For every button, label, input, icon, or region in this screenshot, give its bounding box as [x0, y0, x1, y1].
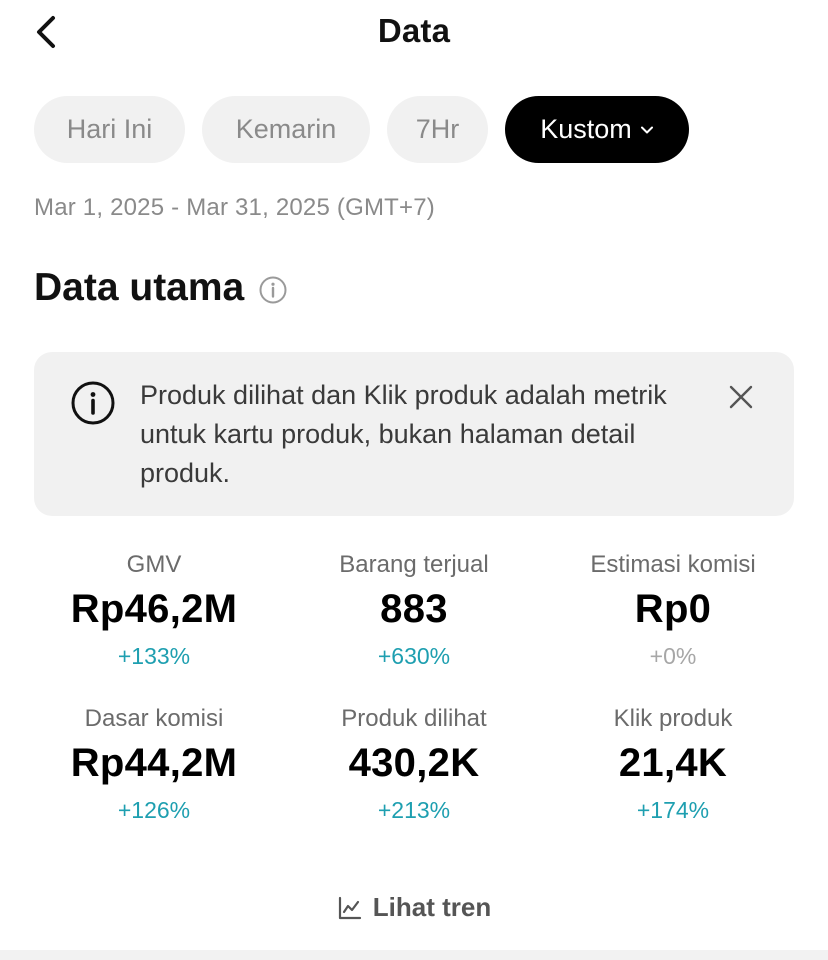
chip-hari-ini[interactable]: Hari Ini	[34, 96, 185, 163]
date-range-text: Mar 1, 2025 - Mar 31, 2025 (GMT+7)	[34, 194, 435, 221]
metric-value: 430,2K	[348, 741, 480, 785]
metric-dasar-komisi[interactable]: Dasar komisi Rp44,2M +126%	[24, 704, 284, 824]
metric-change: +213%	[377, 797, 451, 823]
header: Data	[0, 0, 828, 66]
view-trend-button[interactable]: Lihat tren	[0, 892, 828, 923]
chip-7hr[interactable]: 7Hr	[387, 96, 488, 163]
metric-change: +126%	[117, 797, 191, 823]
metric-estimasi-komisi[interactable]: Estimasi komisi Rp0 +0%	[543, 550, 803, 670]
metric-change: +630%	[377, 643, 451, 669]
metric-label: Dasar komisi	[84, 705, 224, 732]
chip-kustom-label: Kustom	[540, 114, 632, 144]
metric-label: Estimasi komisi	[590, 551, 756, 578]
metric-label: Klik produk	[613, 705, 733, 732]
section-title: Data utama	[34, 266, 245, 309]
chip-kemarin[interactable]: Kemarin	[202, 96, 370, 163]
page-title: Data	[377, 12, 451, 49]
metric-value: 21,4K	[618, 741, 728, 785]
metric-value: Rp0	[634, 587, 712, 631]
metric-label: Produk dilihat	[341, 705, 487, 732]
notice-banner: Produk dilihat dan Klik produk adalah me…	[34, 352, 794, 516]
metric-klik-produk[interactable]: Klik produk 21,4K +174%	[543, 704, 803, 824]
close-icon[interactable]	[726, 382, 756, 412]
chip-kustom[interactable]: Kustom	[505, 96, 689, 163]
section-header: Data utama	[34, 266, 288, 310]
metric-produk-dilihat[interactable]: Produk dilihat 430,2K +213%	[284, 704, 544, 824]
chevron-down-icon	[640, 126, 653, 133]
notice-text: Produk dilihat dan Klik produk adalah me…	[140, 380, 667, 488]
view-trend-label: Lihat tren	[372, 892, 492, 922]
metric-label: Barang terjual	[339, 551, 489, 578]
line-chart-icon	[338, 896, 361, 919]
bottom-divider	[0, 950, 828, 960]
metric-value: Rp44,2M	[70, 741, 238, 785]
metric-barang-terjual[interactable]: Barang terjual 883 +630%	[284, 550, 544, 670]
metric-change: +0%	[649, 643, 697, 669]
page: Data Hari Ini Kemarin 7Hr Kustom Mar 1, …	[0, 0, 828, 960]
metric-change: +174%	[636, 797, 710, 823]
date-filter-chips: Hari Ini Kemarin 7Hr Kustom	[34, 96, 689, 163]
metric-change: +133%	[117, 643, 191, 669]
metric-value: Rp46,2M	[70, 587, 238, 631]
info-icon[interactable]	[258, 275, 288, 305]
metric-value: 883	[380, 587, 448, 631]
metric-label: GMV	[126, 551, 182, 578]
metric-gmv[interactable]: GMV Rp46,2M +133%	[24, 550, 284, 670]
info-icon	[71, 381, 115, 425]
